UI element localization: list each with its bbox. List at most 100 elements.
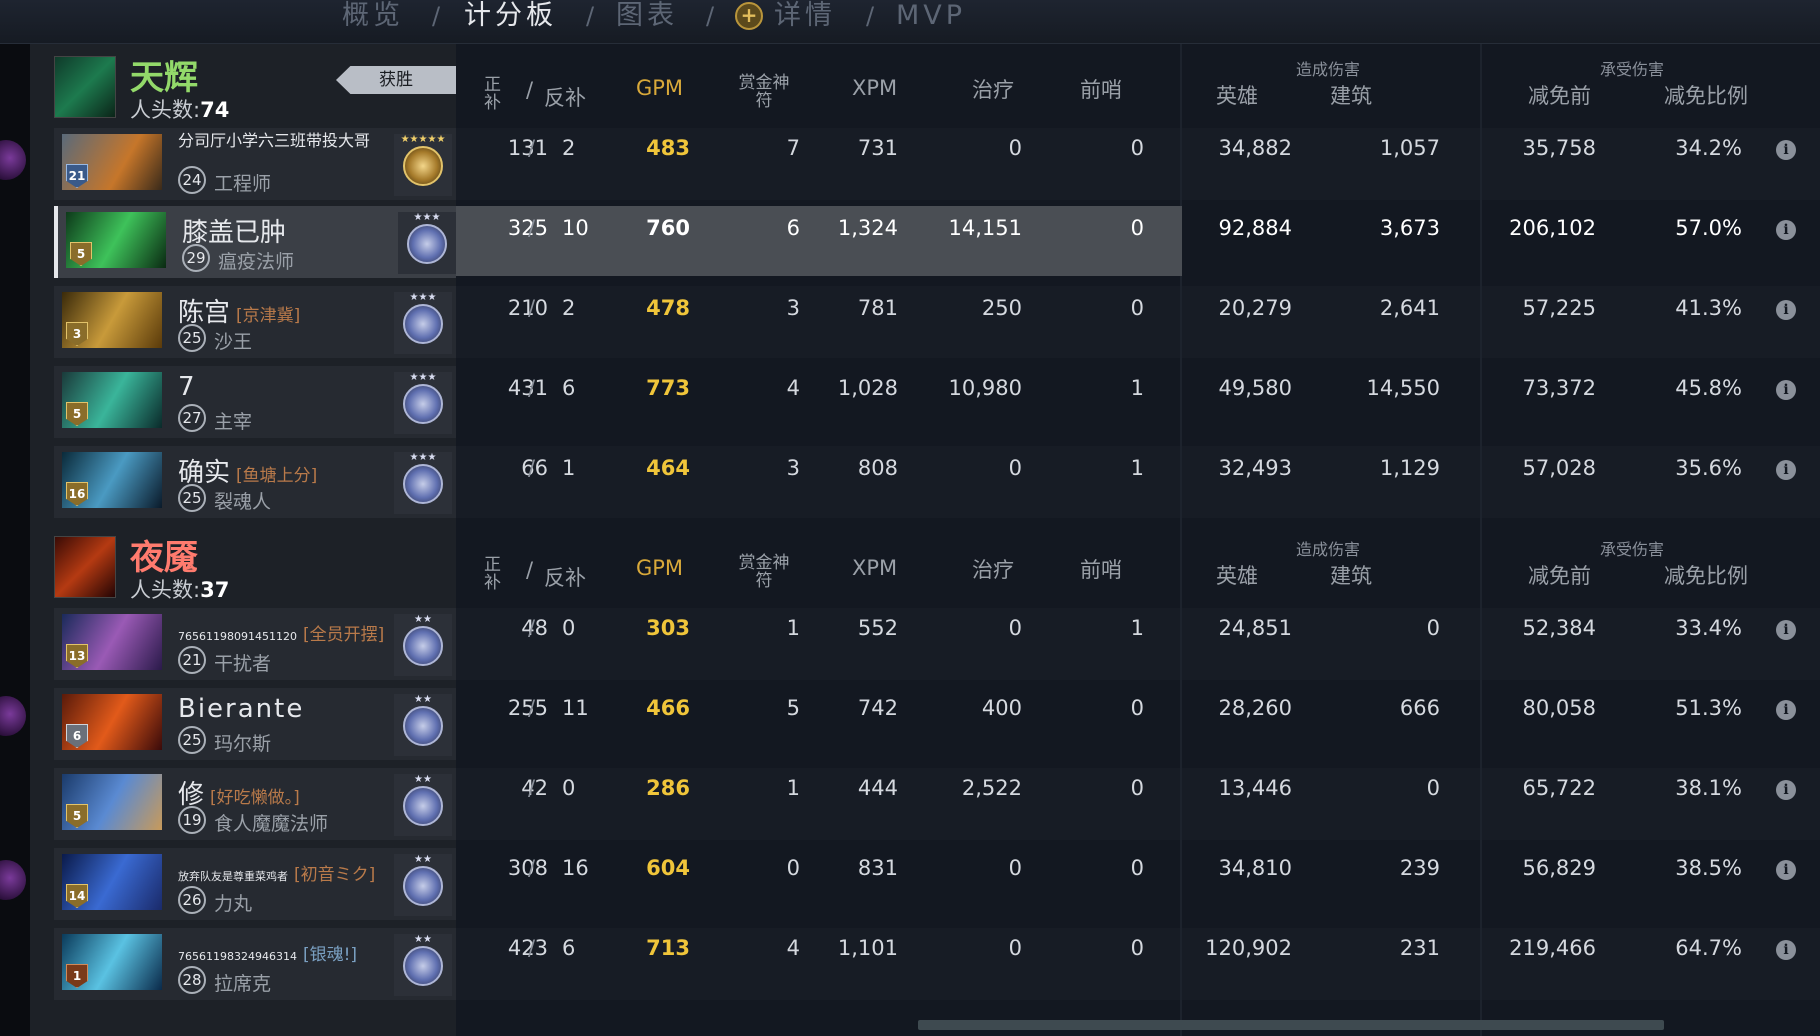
stat-slash: / bbox=[528, 696, 536, 720]
level-circle: 19 bbox=[178, 806, 206, 834]
header-bounty: 赏金神 符 bbox=[738, 553, 790, 591]
team-name: 天辉 bbox=[130, 58, 198, 98]
info-icon[interactable]: i bbox=[1776, 780, 1796, 800]
dire-logo-icon bbox=[54, 536, 116, 598]
column-divider bbox=[1480, 44, 1482, 1036]
stat-cell-heal: 14,151 bbox=[948, 216, 1022, 240]
stat-cell-dn: 2 bbox=[562, 296, 576, 320]
info-icon[interactable]: i bbox=[1776, 300, 1796, 320]
rank-medal-icon: ★★★ bbox=[394, 292, 452, 354]
header-wards: 前哨 bbox=[1080, 78, 1122, 102]
rank-badge: 5 bbox=[66, 402, 88, 426]
player-name: 陈宫 [京津冀] bbox=[178, 298, 301, 328]
tab-graphs[interactable]: 图表 bbox=[616, 0, 678, 32]
win-badge: 获胜 bbox=[336, 66, 456, 94]
level-circle: 28 bbox=[178, 966, 206, 994]
hero-portrait: 21 bbox=[62, 134, 162, 190]
stat-cell-wards: 0 bbox=[1130, 296, 1144, 320]
stat-cell-bldg-dmg: 0 bbox=[1426, 776, 1440, 800]
stat-cell-xpm: 781 bbox=[857, 296, 898, 320]
tab-details[interactable]: 详情 bbox=[774, 0, 836, 32]
stat-cell-xpm: 552 bbox=[857, 616, 898, 640]
rank-medal-icon: ★★ bbox=[394, 694, 452, 756]
stat-cell-gpm: 464 bbox=[646, 456, 690, 480]
stat-cell-bldg-dmg: 0 bbox=[1426, 616, 1440, 640]
stat-cell-dn: 10 bbox=[562, 216, 589, 240]
info-icon[interactable]: i bbox=[1776, 620, 1796, 640]
player-row[interactable]: 13 76561198091451120 [全员开摆] 21 干扰者 ★★ bbox=[54, 608, 456, 680]
stat-cell-dmg-pre: 52,384 bbox=[1522, 616, 1596, 640]
stat-cell-hero-dmg: 28,260 bbox=[1218, 696, 1292, 720]
stat-cell-dn: 6 bbox=[562, 936, 576, 960]
stat-cell-dmg-pre: 57,225 bbox=[1522, 296, 1596, 320]
hero-portrait: 6 bbox=[62, 694, 162, 750]
stat-cell-dmg-pre: 35,758 bbox=[1522, 136, 1596, 160]
stat-slash: / bbox=[528, 936, 536, 960]
rank-badge: 14 bbox=[66, 884, 88, 908]
stat-cell-heal: 250 bbox=[981, 296, 1022, 320]
header-damage-before: 减免前 bbox=[1528, 564, 1591, 588]
stat-cell-xpm: 731 bbox=[857, 136, 898, 160]
header-wards: 前哨 bbox=[1080, 558, 1122, 582]
header-damage-dealt: 造成伤害 bbox=[1296, 60, 1361, 79]
hero-name: 玛尔斯 bbox=[214, 733, 272, 755]
tab-overview[interactable]: 概览 bbox=[342, 0, 404, 32]
info-icon[interactable]: i bbox=[1776, 220, 1796, 240]
stat-cell-gpm: 466 bbox=[646, 696, 690, 720]
info-icon[interactable]: i bbox=[1776, 860, 1796, 880]
info-icon[interactable]: i bbox=[1776, 380, 1796, 400]
player-row[interactable]: 6 Bierante 25 玛尔斯 ★★ bbox=[54, 688, 456, 760]
info-icon[interactable]: i bbox=[1776, 700, 1796, 720]
stat-cell-wards: 1 bbox=[1130, 616, 1144, 640]
tab-mvp[interactable]: MVP bbox=[896, 0, 966, 32]
kill-count: 人头数:37 bbox=[130, 578, 230, 602]
rank-badge: 6 bbox=[66, 724, 88, 748]
info-icon[interactable]: i bbox=[1776, 460, 1796, 480]
player-row[interactable]: 5 修 [好吃懒做。] 19 食人魔魔法师 ★★ bbox=[54, 768, 456, 840]
player-row[interactable]: 14 放弃队友是尊重菜鸡者 [初音ミク] 26 力丸 ★★ bbox=[54, 848, 456, 920]
stat-slash: / bbox=[528, 216, 536, 240]
stat-cell-heal: 2,522 bbox=[961, 776, 1022, 800]
header-mitigation: 减免比例 bbox=[1664, 84, 1748, 108]
info-icon[interactable]: i bbox=[1776, 940, 1796, 960]
rank-badge: 5 bbox=[70, 242, 92, 266]
player-row[interactable]: 5 7 27 主宰 ★★★ bbox=[54, 366, 456, 438]
info-icon[interactable]: i bbox=[1776, 140, 1796, 160]
stat-cell-gpm: 303 bbox=[646, 616, 690, 640]
player-row[interactable]: 21 分司厅小学六三班带投大哥 24 工程师 ★★★★★ bbox=[54, 128, 456, 200]
nav-separator: / bbox=[706, 2, 715, 30]
stat-cell-gpm: 713 bbox=[646, 936, 690, 960]
player-row[interactable]: 1 76561198324946314 [银魂!] 28 拉席克 ★★ bbox=[54, 928, 456, 1000]
player-row[interactable]: 16 确实 [鱼塘上分] 25 裂魂人 ★★★ bbox=[54, 446, 456, 518]
stat-cell-wards: 0 bbox=[1130, 696, 1144, 720]
header-xpm: XPM bbox=[852, 76, 898, 100]
stat-cell-heal: 10,980 bbox=[948, 376, 1022, 400]
stat-cell-bldg-dmg: 1,129 bbox=[1379, 456, 1440, 480]
horizontal-scrollbar[interactable] bbox=[918, 1020, 1664, 1030]
stat-cell-xpm: 742 bbox=[857, 696, 898, 720]
level-circle: 24 bbox=[178, 166, 206, 194]
stat-cell-bldg-dmg: 1,057 bbox=[1379, 136, 1440, 160]
stat-cell-dmg-pct: 33.4% bbox=[1675, 616, 1742, 640]
header-gpm: GPM bbox=[636, 556, 684, 580]
tab-scoreboard[interactable]: 计分板 bbox=[464, 0, 557, 32]
hero-portrait: 5 bbox=[66, 212, 166, 268]
player-row[interactable]: 5 膝盖已肿 29 瘟疫法师 ★★★ bbox=[54, 206, 456, 278]
plus-icon: + bbox=[735, 2, 763, 30]
stat-cell-bounty: 4 bbox=[786, 376, 800, 400]
player-row[interactable]: 3 陈宫 [京津冀] 25 沙王 ★★★ bbox=[54, 286, 456, 358]
rank-medal-icon: ★★★ bbox=[394, 372, 452, 434]
stat-cell-bounty: 1 bbox=[786, 616, 800, 640]
stat-cell-dn: 11 bbox=[562, 696, 589, 720]
hero-portrait: 14 bbox=[62, 854, 162, 910]
stat-cell-dn: 16 bbox=[562, 856, 589, 880]
stat-cell-bldg-dmg: 666 bbox=[1399, 696, 1440, 720]
stat-cell-gpm: 483 bbox=[646, 136, 690, 160]
stat-cell-dmg-pre: 56,829 bbox=[1522, 856, 1596, 880]
guild-tag: [京津冀] bbox=[236, 306, 301, 326]
header-denies: 反补 bbox=[544, 86, 586, 110]
stat-cell-gpm: 286 bbox=[646, 776, 690, 800]
player-name: 7 bbox=[178, 372, 195, 402]
stat-cell-dmg-pct: 35.6% bbox=[1675, 456, 1742, 480]
stat-cell-hero-dmg: 34,882 bbox=[1218, 136, 1292, 160]
